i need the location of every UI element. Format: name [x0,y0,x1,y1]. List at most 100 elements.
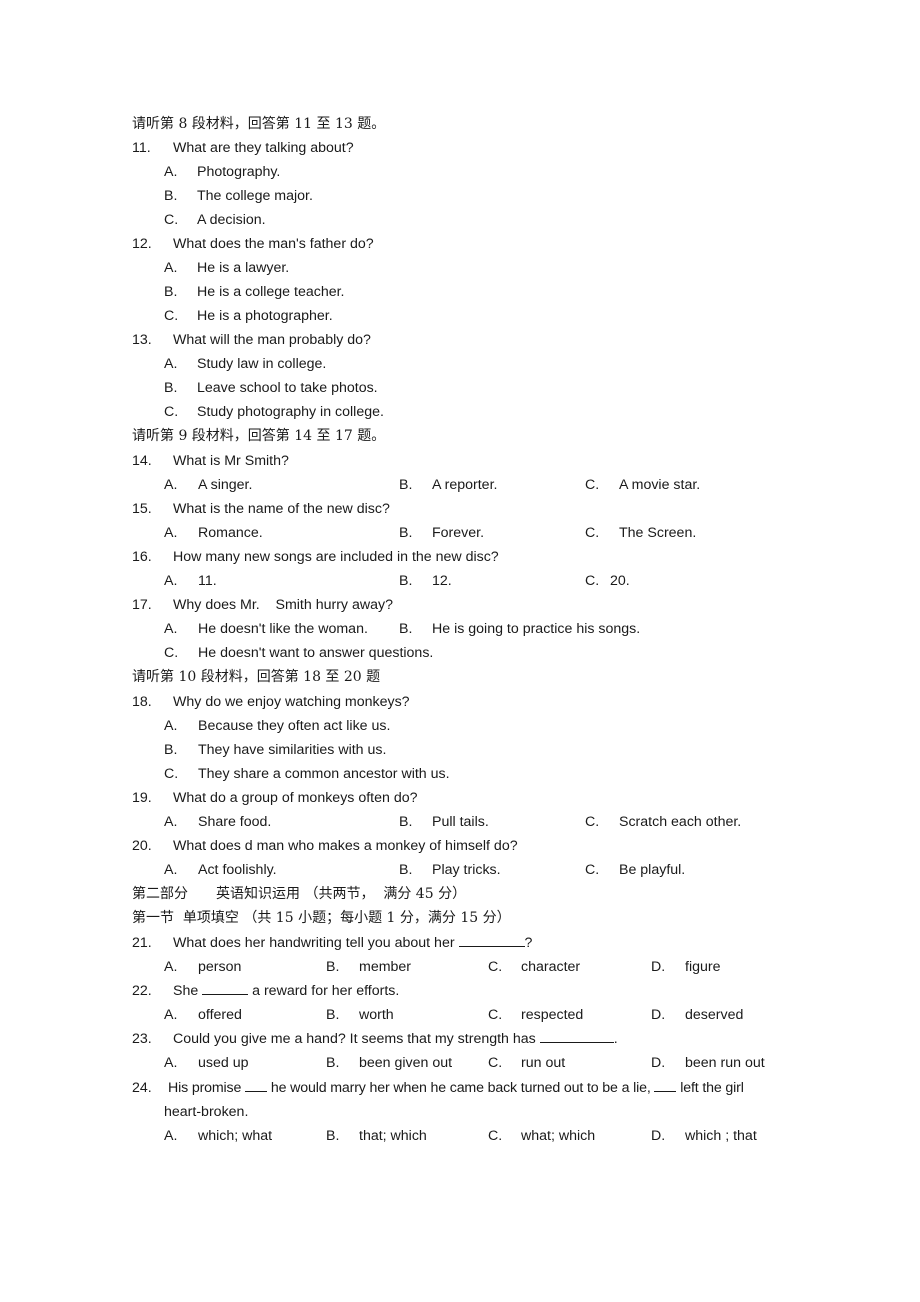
option-text: He is a photographer. [197,308,333,324]
option-letter: D. [651,1128,666,1144]
option-text: A singer. [198,477,253,493]
option-letter: A. [164,1055,178,1071]
option-letter: C. [164,212,179,228]
option-letter: B. [399,621,413,637]
option-text: Share food. [198,814,272,830]
option-letter: A. [164,356,178,372]
option-text: character [521,959,581,975]
option-letter: C. [585,862,600,878]
option-letter: A. [164,621,178,637]
option-letter: B. [399,814,413,830]
option-letter: A. [164,959,178,975]
option-text: Study law in college. [197,356,327,372]
subpart-heading: 第一节 单项填空 （共 15 小题；每小题 1 分，满分 15 分） [132,910,511,926]
option-letter: A. [164,718,178,734]
option-text: 20. [610,573,630,589]
option-text: worth [359,1007,394,1023]
question-number: 24. [132,1080,152,1096]
exam-page: 请听第 8 段材料，回答第 11 至 13 题。 11. What are th… [0,0,920,1302]
question-text-after: ? [524,935,533,951]
option-text: A movie star. [619,477,701,493]
option-text: which ; that [685,1128,757,1144]
option-letter: A. [164,573,178,589]
option-text: They share a common ancestor with us. [198,766,450,782]
question-number: 17. [132,597,152,613]
question-number: 18. [132,694,152,710]
option-text: Pull tails. [432,814,489,830]
option-text: A reporter. [432,477,498,493]
answer-blank [654,1077,677,1092]
option-letter: A. [164,164,178,180]
option-letter: B. [399,525,413,541]
option-text: deserved [685,1007,744,1023]
option-letter: C. [164,645,179,661]
option-text: Romance. [198,525,263,541]
option-text: Because they often act like us. [198,718,391,734]
question-number: 16. [132,549,152,565]
option-text: person [198,959,242,975]
question-text: His promise he would marry her when he c… [168,1076,744,1100]
question-text-after: left the girl [676,1080,744,1096]
option-text: Forever. [432,525,485,541]
option-letter: B. [399,477,413,493]
question-text: What does the man's father do? [173,236,374,252]
option-letter: D. [651,1007,666,1023]
option-text: what; which [521,1128,596,1144]
question-number: 23. [132,1031,152,1047]
option-text: Study photography in college. [197,404,384,420]
question-text: What are they talking about? [173,140,354,156]
option-letter: A. [164,477,178,493]
question-text-after: a reward for her efforts. [248,983,400,999]
option-letter: B. [326,1128,340,1144]
option-letter: D. [651,959,666,975]
option-text: figure [685,959,721,975]
question-text: What does d man who makes a monkey of hi… [173,838,518,854]
question-text-after: . [613,1031,618,1047]
question-text-before: She [173,983,203,999]
question-number: 15. [132,501,152,517]
question-text-before: Could you give me a hand? It seems that … [173,1031,540,1047]
question-text-before: His promise [168,1080,246,1096]
option-letter: C. [488,1128,503,1144]
option-text: which; what [198,1128,273,1144]
option-letter: B. [399,862,413,878]
option-letter: C. [488,1007,503,1023]
question-number: 20. [132,838,152,854]
answer-blank [458,932,525,947]
option-letter: A. [164,260,178,276]
question-text: What is the name of the new disc? [173,501,390,517]
question-text: What does her handwriting tell you about… [173,931,532,955]
option-letter: A. [164,1007,178,1023]
option-letter: B. [164,742,178,758]
option-letter: C. [585,477,600,493]
question-number: 21. [132,935,152,951]
option-text: been run out [685,1055,765,1071]
question-text-continuation: heart-broken. [164,1104,249,1120]
question-text: What is Mr Smith? [173,453,289,469]
option-letter: A. [164,862,178,878]
question-number: 19. [132,790,152,806]
question-text: Why do we enjoy watching monkeys? [173,694,410,710]
option-letter: C. [585,573,600,589]
option-text: used up [198,1055,249,1071]
option-letter: B. [164,188,178,204]
question-text-middle: he would marry her when he came back tur… [267,1080,655,1096]
option-text: A decision. [197,212,266,228]
section-heading-10: 请听第 10 段材料，回答第 18 至 20 题 [132,669,381,685]
option-text: Play tricks. [432,862,501,878]
option-text: member [359,959,412,975]
question-text: How many new songs are included in the n… [173,549,499,565]
question-number: 22. [132,983,152,999]
option-letter: B. [164,380,178,396]
option-letter: C. [488,1055,503,1071]
option-letter: D. [651,1055,666,1071]
question-number: 13. [132,332,152,348]
option-text: that; which [359,1128,427,1144]
option-letter: B. [326,1007,340,1023]
option-text: Act foolishly. [198,862,277,878]
option-text: respected [521,1007,584,1023]
option-letter: C. [585,525,600,541]
question-text: What will the man probably do? [173,332,371,348]
option-text: He doesn't want to answer questions. [198,645,434,661]
part-heading: 第二部分 英语知识运用 （共两节， 满分 45 分） [132,886,467,902]
